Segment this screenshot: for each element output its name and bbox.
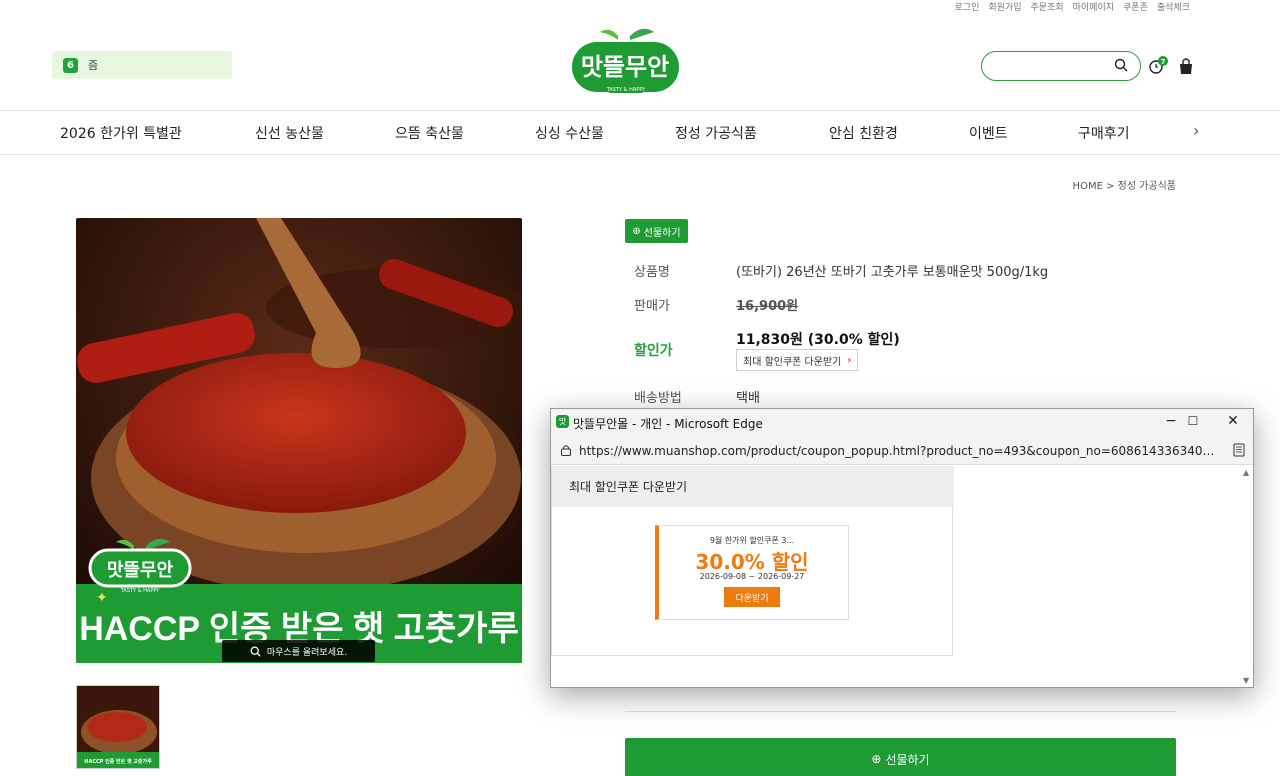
coupon-download-action[interactable]: 다운받기: [724, 587, 780, 607]
search-input[interactable]: [981, 51, 1141, 81]
coupon-discount: 30.0% 할인: [695, 550, 809, 574]
today-view-box[interactable]: 6 즘: [52, 51, 232, 79]
logo-sub: TASTY & HAPPY: [606, 87, 647, 93]
site-favicon-icon: 맛: [556, 415, 569, 428]
nav-item-livestock[interactable]: 으뜸 축산물: [395, 123, 464, 143]
page: 로그인 회원가입 주문조회 마이페이지 쿠폰존 출석체크 6 즘 맛뜰무안 TA…: [0, 0, 1280, 776]
thumbnail-banner: HACCP 인증 받은 햇 고춧가루: [84, 758, 152, 765]
cart-icon[interactable]: [1176, 56, 1196, 76]
popup-titlebar[interactable]: 맛 맛뜰무안몰 - 개인 - Microsoft Edge − ☐ ✕: [551, 409, 1253, 437]
scroll-up-icon[interactable]: ▲: [1243, 468, 1249, 477]
scroll-down-icon[interactable]: ▼: [1243, 676, 1249, 685]
nav-item-produce[interactable]: 신선 농산물: [255, 123, 324, 143]
site-logo[interactable]: 맛뜰무안 TASTY & HAPPY: [568, 28, 683, 100]
today-badge: 6: [63, 57, 78, 73]
coupon-download-button[interactable]: 최대 할인쿠폰 다운받기 ›: [736, 349, 859, 371]
gift-button-label: 선물하기: [885, 752, 930, 767]
shipping-method: 택배: [736, 391, 760, 406]
nav-item-eco[interactable]: 안심 친환경: [829, 123, 898, 143]
lock-icon[interactable]: [560, 444, 572, 456]
gift-icon: ⊕: [632, 225, 641, 237]
coupon-download-label: 최대 할인쿠폰 다운받기: [743, 356, 842, 368]
nav-item-special[interactable]: 2026 한가위 특별관: [60, 123, 182, 143]
main-nav: 2026 한가위 특별관 신선 농산물 으뜸 축산물 싱싱 수산물 정성 가공식…: [0, 110, 1280, 155]
mypage-link[interactable]: 마이페이지: [1073, 0, 1114, 14]
signup-link[interactable]: 회원가입: [988, 0, 1021, 14]
price-label: 판매가: [634, 299, 670, 314]
popup-scrollbar[interactable]: ▲ ▼: [1241, 466, 1253, 687]
logo-text: 맛뜰무안: [581, 53, 669, 81]
gift-button[interactable]: ⊕ 선물하기: [625, 738, 1176, 776]
zoom-hint-text: 마우스를 올려보세요.: [266, 647, 348, 658]
product-name: (또바기) 26년산 또바기 고춧가루 보통매운맛 500g/1kg: [736, 265, 1049, 280]
coupon-card: 9월 한가위 할인쿠폰 3... 30.0% 할인 2026-09-08 ~ 2…: [655, 525, 849, 620]
product-thumbnail[interactable]: HACCP 인증 받은 햇 고춧가루: [76, 685, 160, 769]
name-label: 상품명: [634, 265, 670, 280]
minimize-button[interactable]: −: [1161, 413, 1181, 429]
shipping-label: 배송방법: [634, 391, 682, 406]
magnifier-icon: [250, 646, 261, 657]
popup-title: 맛뜰무안몰 - 개인 - Microsoft Edge: [573, 417, 763, 431]
order-lookup-link[interactable]: 주문조회: [1031, 0, 1064, 14]
reader-mode-icon[interactable]: [1233, 443, 1245, 457]
login-link[interactable]: 로그인: [955, 0, 980, 14]
breadcrumb: HOME > 정성 가공식품: [1072, 181, 1176, 192]
info-divider: [625, 711, 1176, 712]
chili-powder-photo: 맛뜰무안 TASTY & HAPPY ✦ HACCP 인증 받은 햇 고춧가루: [76, 218, 522, 663]
maximize-button[interactable]: ☐: [1183, 414, 1203, 428]
image-logo-sub: TASTY & HAPPY: [120, 588, 161, 594]
gift-icon: ⊕: [871, 752, 882, 766]
coupon-popup-window: 맛 맛뜰무안몰 - 개인 - Microsoft Edge − ☐ ✕ http…: [550, 408, 1254, 688]
coupon-title: 9월 한가위 할인쿠폰 3...: [709, 536, 795, 545]
popup-heading: 최대 할인쿠폰 다운받기: [552, 466, 954, 507]
gift-label: 선물하기: [643, 227, 681, 239]
recent-count: 7: [1161, 58, 1166, 66]
top-links: 로그인 회원가입 주문조회 마이페이지 쿠폰존 출석체크: [955, 0, 1190, 14]
coupon-period: 2026-09-08 ~ 2026-09-27: [699, 572, 805, 581]
close-button[interactable]: ✕: [1223, 413, 1243, 429]
chevron-right-icon: ›: [847, 354, 852, 366]
nav-next-arrow[interactable]: ›: [1193, 121, 1199, 140]
search-icon[interactable]: [1114, 58, 1128, 72]
original-price: 16,900원: [736, 299, 799, 314]
thumbnail-photo: HACCP 인증 받은 햇 고춧가루: [77, 686, 159, 768]
image-logo-text: 맛뜰무안: [107, 560, 174, 581]
nav-item-seafood[interactable]: 싱싱 수산물: [535, 123, 604, 143]
sale-price: 11,830원 (30.0% 할인): [736, 332, 900, 348]
nav-item-event[interactable]: 이벤트: [969, 123, 1008, 143]
svg-text:✦: ✦: [96, 590, 108, 606]
zoom-hint: 마우스를 올려보세요.: [222, 640, 375, 662]
url-text[interactable]: https://www.muanshop.com/product/coupon_…: [579, 444, 1215, 458]
gift-button-small[interactable]: ⊕ 선물하기: [625, 219, 688, 243]
nav-item-processed[interactable]: 정성 가공식품: [675, 123, 757, 143]
attendance-link[interactable]: 출석체크: [1157, 0, 1190, 14]
address-bar[interactable]: https://www.muanshop.com/product/coupon_…: [551, 437, 1253, 465]
coupon-popup-content: 최대 할인쿠폰 다운받기 9월 한가위 할인쿠폰 3... 30.0% 할인 2…: [551, 466, 954, 656]
sale-label: 할인가: [634, 343, 673, 359]
coupon-zone-link[interactable]: 쿠폰존: [1123, 0, 1148, 14]
nav-item-review[interactable]: 구매후기: [1078, 123, 1130, 143]
recent-view-icon[interactable]: 7: [1148, 56, 1168, 76]
today-label: 즘: [88, 59, 99, 72]
product-main-image[interactable]: 맛뜰무안 TASTY & HAPPY ✦ HACCP 인증 받은 햇 고춧가루: [76, 218, 522, 663]
